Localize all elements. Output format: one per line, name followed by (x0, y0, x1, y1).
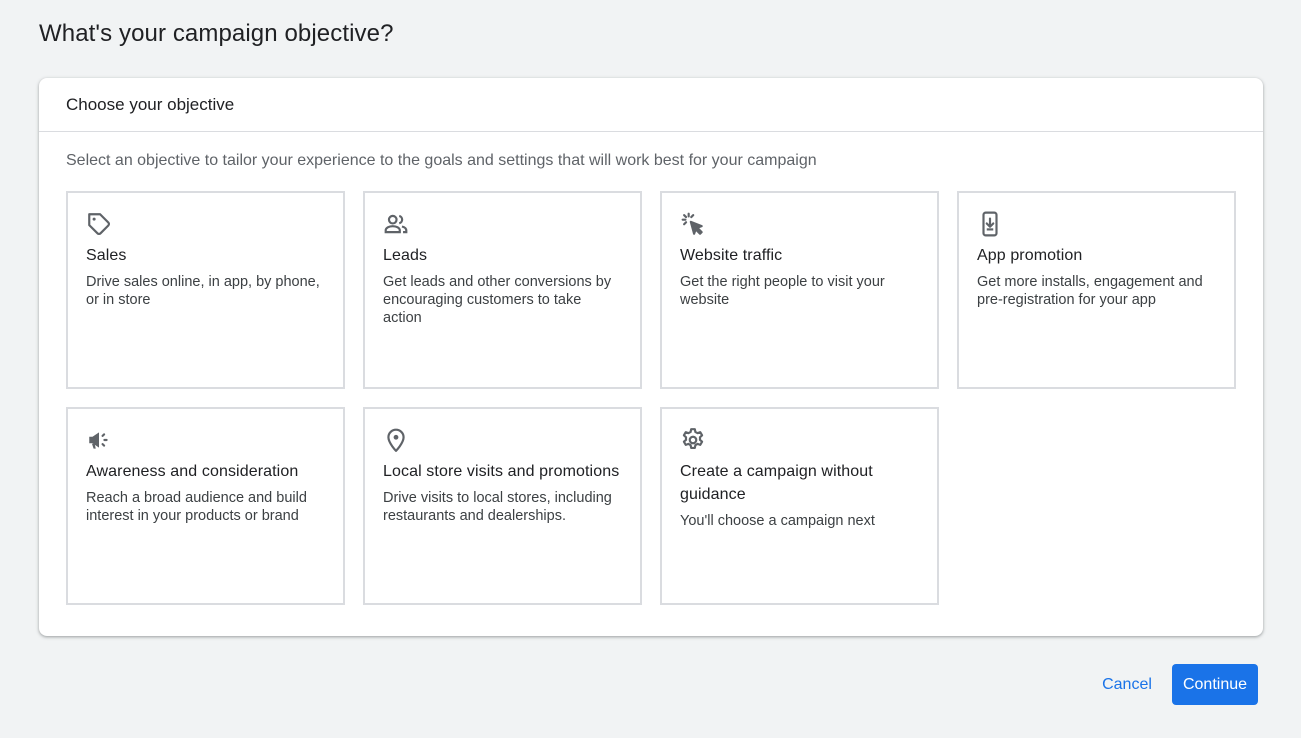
objective-card-website-traffic[interactable]: Website traffic Get the right people to … (660, 191, 939, 389)
cursor-click-icon (680, 211, 706, 237)
page-title: What's your campaign objective? (39, 20, 394, 47)
megaphone-icon (86, 427, 112, 453)
objective-card-local-store[interactable]: Local store visits and promotions Drive … (363, 407, 642, 605)
objective-description: Get the right people to visit your websi… (680, 274, 885, 308)
objective-description: Drive sales online, in app, by phone, or… (86, 274, 320, 308)
phone-download-icon (977, 211, 1003, 237)
objective-panel: Choose your objective Select an objectiv… (39, 78, 1263, 636)
objective-description: Get more installs, engagement and pre-re… (977, 274, 1203, 308)
panel-subtitle: Select an objective to tailor your exper… (66, 152, 817, 169)
gear-icon (680, 427, 706, 453)
objective-title: Local store visits and promotions (383, 463, 620, 480)
objective-description: Reach a broad audience and build interes… (86, 490, 307, 524)
objective-description: You'll choose a campaign next (680, 513, 875, 529)
objective-title: Leads (383, 247, 428, 264)
people-icon (383, 211, 409, 237)
objective-card-no-guidance[interactable]: Create a campaign without guidance You'l… (660, 407, 939, 605)
objective-card-sales[interactable]: Sales Drive sales online, in app, by pho… (66, 191, 345, 389)
tag-icon (86, 211, 112, 237)
objective-card-app-promotion[interactable]: App promotion Get more installs, engagem… (957, 191, 1236, 389)
objective-title: Website traffic (680, 247, 783, 264)
objective-card-leads[interactable]: Leads Get leads and other conversions by… (363, 191, 642, 389)
objective-description: Drive visits to local stores, including … (383, 490, 612, 524)
continue-button[interactable]: Continue (1172, 664, 1258, 705)
action-bar: Cancel Continue (0, 664, 1301, 705)
objective-title: App promotion (977, 247, 1083, 264)
location-pin-icon (383, 427, 409, 453)
objective-title: Sales (86, 247, 127, 264)
objective-card-awareness[interactable]: Awareness and consideration Reach a broa… (66, 407, 345, 605)
cancel-button[interactable]: Cancel (1090, 664, 1164, 705)
panel-header: Choose your objective (39, 78, 1263, 132)
objective-title: Create a campaign without guidance (680, 463, 873, 503)
objective-description: Get leads and other conversions by encou… (383, 274, 612, 326)
objective-title: Awareness and consideration (86, 463, 299, 480)
